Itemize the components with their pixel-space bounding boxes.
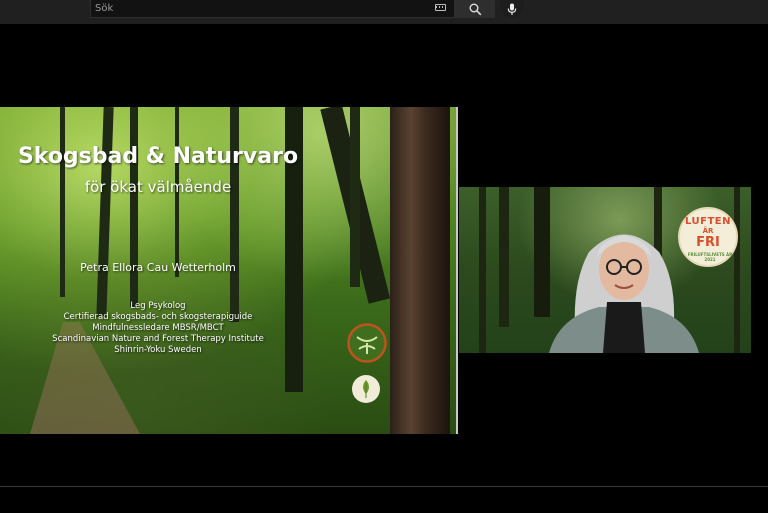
badge-text: FRI bbox=[696, 235, 720, 250]
tree-trunk bbox=[479, 187, 486, 353]
leaf-icon bbox=[363, 380, 369, 398]
top-bar bbox=[0, 0, 768, 24]
badge-text: LUFTEN bbox=[685, 216, 731, 227]
pine-trunk bbox=[390, 107, 450, 434]
badge-text: ÄR bbox=[702, 227, 714, 235]
search-box[interactable] bbox=[90, 0, 455, 18]
credentials-list: Leg Psykolog Certifierad skogsbads- och … bbox=[0, 301, 316, 356]
credential-item: Mindfulnessledare MBSR/MBCT bbox=[92, 323, 224, 333]
slide-subtitle: för ökat välmående bbox=[84, 178, 232, 196]
panel-divider bbox=[456, 107, 458, 434]
emblem-logo-icon bbox=[347, 323, 387, 363]
badge-text: FRILUFTSLIVETS ÅR 2021 bbox=[687, 252, 733, 262]
speaker-video: LUFTEN ÄR FRI FRILUFTSLIVETS ÅR 2021 bbox=[459, 187, 751, 353]
credential-item: Scandinavian Nature and Forest Therapy I… bbox=[52, 334, 264, 344]
tree-trunk bbox=[96, 107, 114, 318]
tree-trunk bbox=[230, 107, 239, 322]
credential-item: Leg Psykolog bbox=[130, 301, 186, 311]
microphone-icon bbox=[507, 3, 517, 15]
tree-trunk bbox=[130, 107, 138, 307]
tree-trunk bbox=[499, 187, 509, 327]
slide-title: Skogsbad & Naturvaro bbox=[17, 144, 299, 169]
leaf-logo bbox=[352, 375, 380, 403]
friluftsliv-badge: LUFTEN ÄR FRI FRILUFTSLIVETS ÅR 2021 bbox=[678, 207, 738, 267]
search-button[interactable] bbox=[455, 0, 495, 18]
credential-item: Shinrin-Yoku Sweden bbox=[114, 345, 202, 355]
slide-author: Petra Ellora Cau Wetterholm bbox=[80, 261, 236, 274]
presentation-slide: Skogsbad & Naturvaro för ökat välmående … bbox=[0, 107, 456, 434]
search-icon bbox=[469, 3, 481, 15]
mic-button[interactable] bbox=[500, 0, 524, 18]
credential-item: Certifierad skogsbads- och skogsterapigu… bbox=[63, 312, 253, 322]
tree-trunk bbox=[734, 187, 740, 353]
bottom-divider bbox=[0, 486, 768, 487]
keyboard-icon[interactable] bbox=[435, 4, 446, 11]
search-input[interactable] bbox=[95, 0, 425, 16]
tree-trunk bbox=[350, 107, 360, 287]
